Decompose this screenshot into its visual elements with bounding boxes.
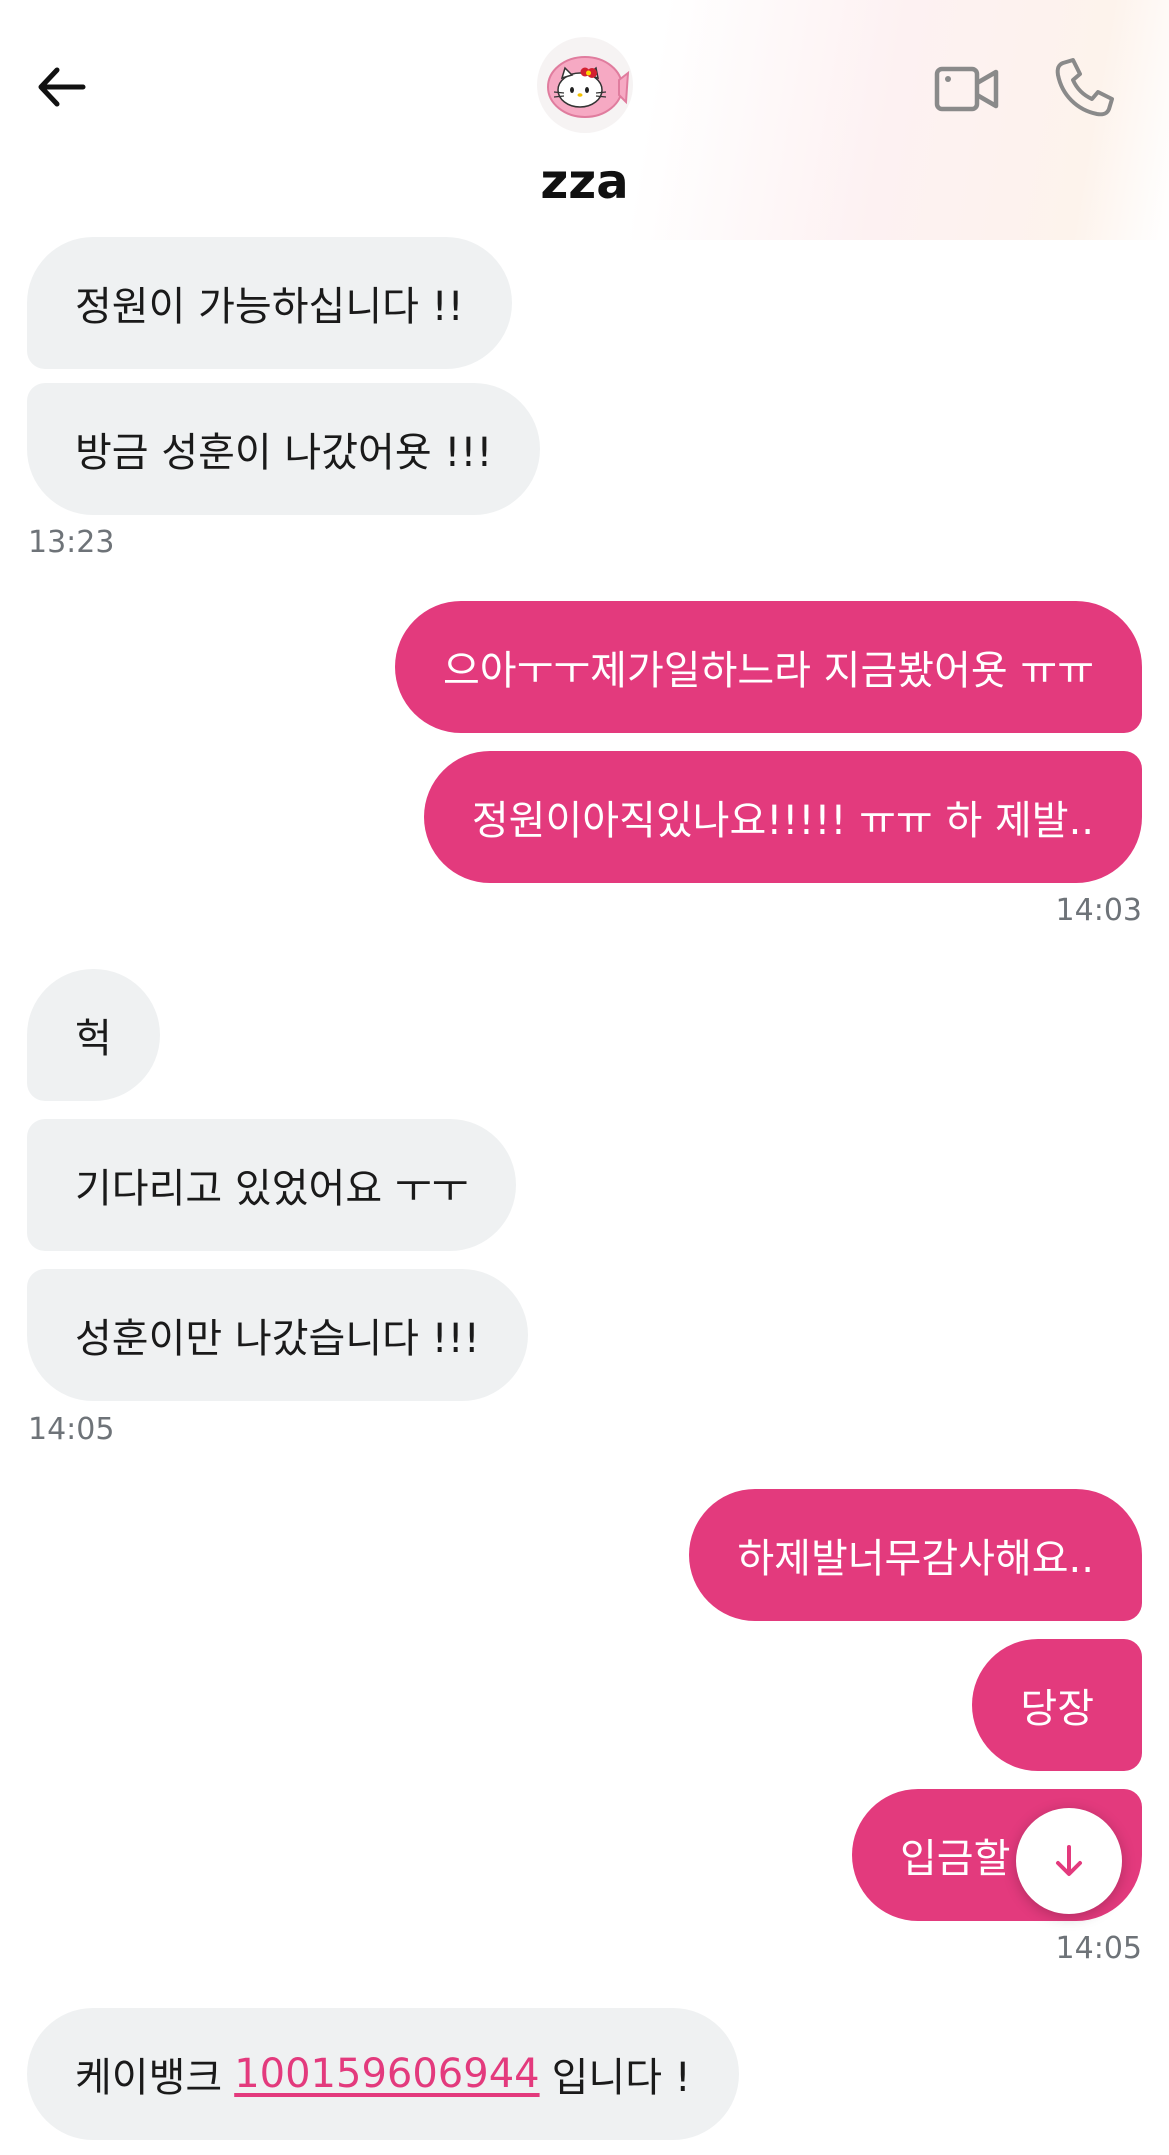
message-text: 입니다 ! bbox=[551, 2055, 691, 2101]
message-text: 헉 bbox=[75, 1016, 112, 1062]
outgoing-message[interactable]: 당장 bbox=[972, 1639, 1142, 1771]
message-text: 당장 bbox=[1020, 1686, 1094, 1732]
message-timestamp: 14:05 bbox=[28, 1412, 115, 1447]
account-number-link[interactable]: 100159606944 bbox=[234, 2051, 539, 2097]
outgoing-message[interactable]: 하제발너무감사해요.. bbox=[689, 1489, 1142, 1621]
arrow-down-icon bbox=[1056, 1845, 1082, 1876]
phone-icon bbox=[1055, 58, 1114, 117]
message-text: 정원이 가능하십니다 !! bbox=[75, 284, 464, 330]
message-text: 입금할 bbox=[900, 1836, 1011, 1882]
incoming-message[interactable]: 정원이 가능하십니다 !! bbox=[27, 237, 512, 369]
message-timestamp: 14:05 bbox=[1055, 1931, 1142, 1966]
message-text: 케이뱅크 bbox=[75, 2055, 223, 2101]
message-text: 정원이아직있나요!!!!! ㅠㅠ 하 제발.. bbox=[471, 798, 1094, 844]
chat-username[interactable]: zza bbox=[0, 152, 1169, 212]
incoming-message[interactable]: 방금 성훈이 나갔어욧 !!! bbox=[27, 383, 541, 515]
video-call-button[interactable] bbox=[930, 52, 1004, 126]
incoming-message[interactable]: 케이뱅크 100159606944 입니다 ! bbox=[27, 2008, 739, 2140]
outgoing-message[interactable]: 정원이아직있나요!!!!! ㅠㅠ 하 제발.. bbox=[423, 751, 1142, 883]
back-arrow-icon bbox=[38, 67, 86, 107]
outgoing-message[interactable]: 으아ㅜㅜ제가일하느라 지금봤어욧 ㅠㅠ bbox=[394, 601, 1142, 733]
video-camera-icon bbox=[934, 66, 999, 112]
message-text: 으아ㅜㅜ제가일하느라 지금봤어욧 ㅠㅠ bbox=[442, 648, 1094, 694]
voice-call-button[interactable] bbox=[1048, 50, 1122, 124]
back-button[interactable] bbox=[26, 52, 96, 122]
message-timestamp: 13:23 bbox=[28, 525, 115, 560]
message-text: 성훈이만 나갔습니다 !!! bbox=[75, 1316, 480, 1362]
incoming-message[interactable]: 기다리고 있었어요 ㅜㅜ bbox=[27, 1119, 517, 1251]
message-text: 하제발너무감사해요.. bbox=[737, 1536, 1094, 1582]
message-text: 기다리고 있었어요 ㅜㅜ bbox=[75, 1166, 469, 1212]
incoming-message[interactable]: 성훈이만 나갔습니다 !!! bbox=[27, 1269, 528, 1401]
chat-header: zza bbox=[0, 0, 1169, 240]
incoming-message[interactable]: 헉 bbox=[27, 969, 160, 1101]
message-timestamp: 14:03 bbox=[1055, 893, 1142, 928]
hello-kitty-avatar-icon bbox=[547, 56, 630, 118]
scroll-to-bottom-button[interactable] bbox=[1016, 1808, 1122, 1914]
avatar[interactable] bbox=[537, 37, 633, 133]
message-text: 방금 성훈이 나갔어욧 !!! bbox=[75, 430, 493, 476]
